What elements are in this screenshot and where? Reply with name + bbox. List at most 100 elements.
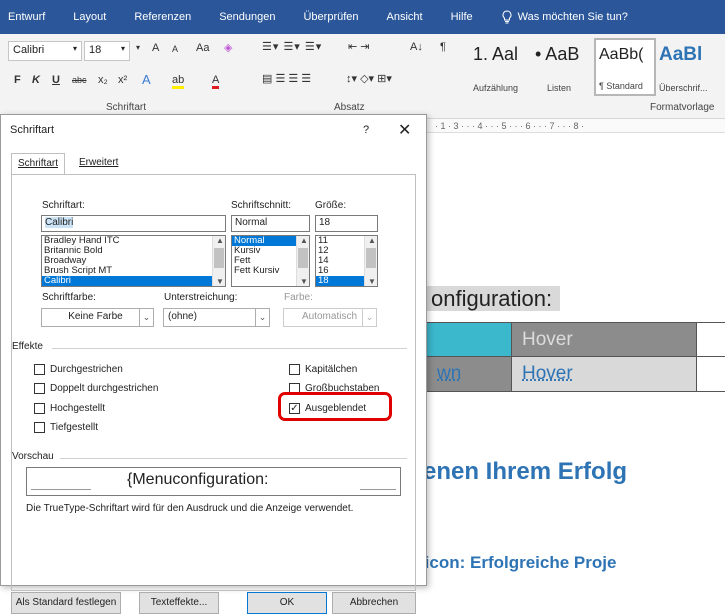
strike-button[interactable]: abc <box>72 75 87 85</box>
document-table: Hover wn Hover <box>427 322 725 392</box>
style-standard[interactable]: AaBb(¶ Standard <box>594 38 656 96</box>
ok-button[interactable]: OK <box>247 592 327 614</box>
group-label-font: Schriftart <box>106 102 147 113</box>
font-label: Schriftart: <box>42 200 85 211</box>
checkbox-box <box>34 383 45 394</box>
tab-erweitert[interactable]: Erweitert <box>73 153 124 175</box>
checkbox-box <box>289 364 300 375</box>
set-default-button[interactable]: Als Standard festlegen <box>11 592 121 614</box>
dialog-title: Schriftart <box>10 124 55 136</box>
document-heading: enen Ihrem Erfolg <box>427 458 628 485</box>
help-button[interactable]: ? <box>363 124 369 136</box>
superscript-button[interactable]: x² <box>118 74 127 86</box>
checkbox-label: Durchgestrichen <box>50 364 123 375</box>
scroll-thumb[interactable] <box>214 248 224 268</box>
underline-label: Unterstreichung: <box>164 292 238 303</box>
style-list[interactable]: Normal Kursiv Fett Fett Kursiv ▲ ▼ <box>231 235 310 287</box>
color-label: Schriftfarbe: <box>42 292 96 303</box>
truetype-info: Die TrueType-Schriftart wird für den Aus… <box>26 503 354 514</box>
document-area: onfiguration: Hover wn Hover enen Ihrem … <box>427 133 725 586</box>
table-row: Hover <box>427 322 725 357</box>
tab-referenzen[interactable]: Referenzen <box>134 11 191 23</box>
divider <box>60 458 407 459</box>
scroll-thumb[interactable] <box>298 248 308 268</box>
list-buttons-icon[interactable]: ☰▾ ☰▾ ☰▾ <box>262 40 322 53</box>
font-color-button[interactable]: A <box>212 74 220 89</box>
style-caption: Aufzählung <box>473 83 519 93</box>
font-size-box[interactable]: 18 ▾ <box>84 41 130 61</box>
style-listen[interactable]: • AaB Listen <box>532 38 594 96</box>
highlight-button[interactable]: ab <box>172 74 185 89</box>
tab-entwurf[interactable]: Entwurf <box>8 11 45 23</box>
size-input[interactable]: 18 <box>315 215 378 232</box>
checkbox-hochgestellt[interactable]: Hochgestellt <box>34 403 105 414</box>
preview-label: Vorschau <box>12 451 54 462</box>
group-label-paragraph: Absatz <box>334 102 365 113</box>
style-caption: Listen <box>547 83 572 93</box>
underline-dropdown[interactable]: (ohne) <box>163 308 270 327</box>
chevron-down-icon: ▾ <box>136 43 141 52</box>
scroll-thumb[interactable] <box>366 248 376 268</box>
table-cell: Hover <box>512 323 697 356</box>
tab-ansicht[interactable]: Ansicht <box>387 11 423 23</box>
tab-sendungen[interactable]: Sendungen <box>219 11 275 23</box>
font-name-box[interactable]: Calibri ▾ <box>8 41 82 61</box>
indent-icon[interactable]: ⇤ ⇥ <box>348 40 370 53</box>
tab-hilfe[interactable]: Hilfe <box>451 11 473 23</box>
change-case-button[interactable]: Aa <box>196 42 209 54</box>
table-cell <box>427 323 512 356</box>
scrollbar[interactable]: ▲ ▼ <box>212 236 225 286</box>
size-list[interactable]: 11 12 14 16 18 ▲ ▼ <box>315 235 378 287</box>
style-preview: • AaB <box>535 44 580 64</box>
scrollbar[interactable]: ▲ ▼ <box>364 236 377 286</box>
close-icon[interactable]: ✕ <box>398 120 411 140</box>
size-label: Größe: <box>315 200 347 211</box>
checkbox-label: Doppelt durchgestrichen <box>50 383 159 394</box>
ruler: · 1 · 3 · · · 4 · · · 5 · · · 6 · · · 7 … <box>427 119 725 133</box>
checkbox-doppelt[interactable]: Doppelt durchgestrichen <box>34 383 158 394</box>
document-title: onfiguration: <box>427 286 561 312</box>
clear-format-icon[interactable]: ◈ <box>224 41 232 54</box>
chevron-down-icon[interactable]: ⌄ <box>139 308 154 327</box>
subscript-button[interactable]: x₂ <box>98 74 108 86</box>
chevron-up-icon: ▲ <box>216 236 224 245</box>
cancel-button[interactable]: Abbrechen <box>332 592 416 614</box>
chevron-up-icon: ▲ <box>300 236 308 245</box>
style-aufzaehlung[interactable]: 1. Aal Aufzählung <box>470 38 532 96</box>
color-dropdown[interactable]: Keine Farbe <box>41 308 150 327</box>
style-caption: Überschrif... <box>659 83 708 93</box>
italic-button[interactable]: K <box>32 74 40 86</box>
shrink-font-button[interactable]: A <box>172 44 178 54</box>
divider <box>52 348 407 349</box>
tab-ueberpruefen[interactable]: Überprüfen <box>303 11 358 23</box>
font-list[interactable]: Bradley Hand ITC Britannic Bold Broadway… <box>41 235 226 287</box>
tell-me-search[interactable]: Was möchten Sie tun? <box>501 10 628 24</box>
checkbox-kapitaelchen[interactable]: Kapitälchen <box>289 364 357 375</box>
line-spacing-icon[interactable]: ↕▾ ◇▾ ⊞▾ <box>346 72 392 85</box>
tab-schriftart[interactable]: Schriftart <box>11 153 66 175</box>
tell-me-label: Was möchten Sie tun? <box>517 11 628 23</box>
highlight-annotation <box>278 392 392 421</box>
chevron-up-icon: ▲ <box>368 236 376 245</box>
style-input[interactable]: Normal <box>231 215 310 232</box>
checkbox-tiefgestellt[interactable]: Tiefgestellt <box>34 422 98 433</box>
scrollbar[interactable]: ▲ ▼ <box>296 236 309 286</box>
lightbulb-icon <box>502 10 512 24</box>
bold-button[interactable]: F <box>14 74 21 86</box>
text-effects-button[interactable]: Texteffekte... <box>139 592 219 614</box>
font-input[interactable]: Calibri <box>41 215 226 232</box>
style-ueberschrift[interactable]: AaBl Überschrif... <box>656 38 718 96</box>
underline-button[interactable]: U <box>52 74 60 86</box>
pilcrow-button[interactable]: ¶ <box>440 41 446 53</box>
checkbox-label: Hochgestellt <box>50 403 106 414</box>
tab-layout[interactable]: Layout <box>73 11 106 23</box>
sort-button[interactable]: A↓ <box>410 41 423 53</box>
text-effects-button[interactable]: A <box>142 72 151 87</box>
table-cell: Hover <box>512 357 697 391</box>
list-item-selected[interactable]: Calibri <box>42 276 225 286</box>
align-icon[interactable]: ▤ ☰ ☰ ☰ <box>262 72 311 85</box>
checkbox-label: Kapitälchen <box>305 364 358 375</box>
chevron-down-icon[interactable]: ⌄ <box>255 308 270 327</box>
grow-font-button[interactable]: A <box>152 42 159 54</box>
checkbox-durchgestrichen[interactable]: Durchgestrichen <box>34 364 123 375</box>
